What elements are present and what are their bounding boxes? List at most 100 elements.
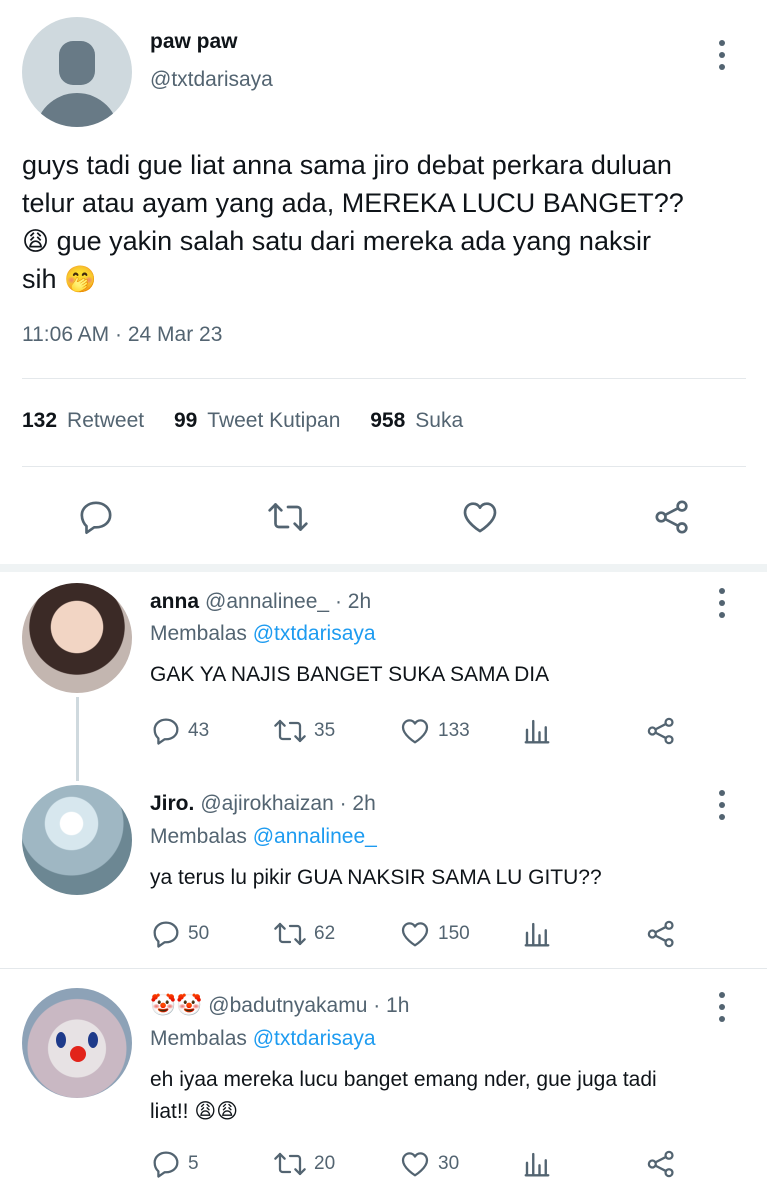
- more-options-icon[interactable]: [718, 40, 726, 70]
- retweet-count: 62: [314, 923, 336, 944]
- share-icon[interactable]: [651, 497, 693, 537]
- default-avatar-body: [35, 93, 119, 127]
- retweet-icon: [274, 922, 306, 946]
- reply-handle[interactable]: @annalinee_: [205, 590, 329, 613]
- analytics-icon: [524, 922, 550, 947]
- share-button[interactable]: [644, 715, 684, 747]
- retweets-count: 132: [22, 409, 58, 432]
- avatar[interactable]: [22, 17, 132, 127]
- reply-text: eh iyaa mereka lucu banget emang nder, g…: [150, 1064, 740, 1128]
- reply-display-name[interactable]: Jiro.: [150, 792, 194, 815]
- likes-stat[interactable]: 958 Suka: [370, 409, 463, 432]
- reply-actions: 5 20 30: [150, 1148, 680, 1182]
- analytics-button[interactable]: [522, 1148, 558, 1180]
- replying-to: Membalas @txtdarisaya: [150, 622, 376, 646]
- retweet-button[interactable]: 35: [272, 715, 335, 747]
- mention-link[interactable]: @annalinee_: [253, 825, 377, 848]
- tweet-timestamp[interactable]: 11:06 AM · 24 Mar 23: [22, 323, 222, 347]
- author-display-name[interactable]: paw paw: [150, 30, 238, 54]
- like-button[interactable]: 133: [398, 715, 470, 747]
- clown-eye: [88, 1032, 98, 1048]
- retweet-button[interactable]: 62: [272, 918, 335, 950]
- retweet-icon: [274, 719, 306, 743]
- analytics-icon: [524, 719, 550, 744]
- reply-text-line: liat!! 😩😩: [150, 1100, 239, 1123]
- like-button[interactable]: 30: [398, 1148, 459, 1180]
- reply-time[interactable]: · 2h: [340, 792, 376, 815]
- reply-button[interactable]: 50: [150, 918, 209, 950]
- reply-count: 43: [188, 720, 210, 741]
- tweet-stats: 132 Retweet 99 Tweet Kutipan 958 Suka: [22, 409, 487, 433]
- reply-handle[interactable]: @ajirokhaizan: [200, 792, 333, 815]
- avatar[interactable]: [22, 583, 132, 693]
- quotes-label: Tweet Kutipan: [207, 409, 341, 432]
- tweet-thread: paw paw @txtdarisaya guys tadi gue liat …: [0, 0, 767, 1200]
- reply-display-name[interactable]: 🤡🤡: [150, 994, 202, 1017]
- replying-to: Membalas @txtdarisaya: [150, 1027, 376, 1051]
- analytics-button[interactable]: [522, 715, 558, 747]
- reply-button[interactable]: 5: [150, 1148, 199, 1180]
- reply-header: Jiro. @ajirokhaizan · 2h: [150, 792, 376, 816]
- like-icon[interactable]: [459, 497, 501, 537]
- more-options-icon[interactable]: [718, 588, 726, 618]
- tweet-text-line: guys tadi gue liat anna sama jiro debat …: [22, 150, 672, 180]
- replying-to-label: Membalas: [150, 825, 247, 848]
- clown-nose: [70, 1046, 86, 1062]
- like-count: 30: [438, 1153, 460, 1174]
- more-options-icon[interactable]: [718, 992, 726, 1022]
- likes-label: Suka: [415, 409, 464, 432]
- default-avatar-head: [59, 41, 95, 85]
- retweet-button[interactable]: 20: [272, 1148, 335, 1180]
- share-button[interactable]: [644, 1148, 684, 1180]
- reply-count: 5: [188, 1153, 199, 1174]
- replying-to-label: Membalas: [150, 1027, 247, 1050]
- like-count: 133: [438, 720, 470, 741]
- reply-time[interactable]: · 1h: [373, 994, 409, 1017]
- reply-time[interactable]: · 2h: [335, 590, 371, 613]
- retweets-label: Retweet: [67, 409, 145, 432]
- reply-count: 50: [188, 923, 210, 944]
- retweet-icon[interactable]: [266, 497, 310, 537]
- reply-actions: 50 62 150: [150, 918, 680, 952]
- avatar[interactable]: [22, 988, 132, 1098]
- clown-eye: [56, 1032, 66, 1048]
- author-handle[interactable]: @txtdarisaya: [150, 68, 273, 92]
- section-divider: [0, 564, 767, 572]
- reply-actions: 43 35 133: [150, 715, 680, 749]
- mention-link[interactable]: @txtdarisaya: [253, 1027, 376, 1050]
- reply-icon: [153, 718, 179, 745]
- quotes-stat[interactable]: 99 Tweet Kutipan: [174, 409, 340, 432]
- reply-text-line: eh iyaa mereka lucu banget emang nder, g…: [150, 1068, 657, 1091]
- divider: [22, 378, 746, 379]
- thread-line: [76, 697, 79, 781]
- share-icon: [647, 1150, 674, 1178]
- reply-icon[interactable]: [76, 497, 116, 537]
- reply-icon: [153, 921, 179, 948]
- like-count: 150: [438, 923, 470, 944]
- like-icon: [401, 719, 429, 744]
- reply-text: GAK YA NAJIS BANGET SUKA SAMA DIA: [150, 663, 550, 686]
- replying-to-label: Membalas: [150, 622, 247, 645]
- weary-face-emoji: 😩: [22, 226, 50, 256]
- share-button[interactable]: [644, 918, 684, 950]
- reply-display-name[interactable]: anna: [150, 590, 199, 613]
- reply-handle[interactable]: @badutnyakamu: [208, 994, 367, 1017]
- retweet-count: 35: [314, 720, 336, 741]
- retweets-stat[interactable]: 132 Retweet: [22, 409, 144, 432]
- tweet-text: guys tadi gue liat anna sama jiro debat …: [22, 146, 757, 298]
- more-options-icon[interactable]: [718, 790, 726, 820]
- likes-count: 958: [370, 409, 406, 432]
- hand-over-mouth-emoji: 🤭: [64, 264, 97, 294]
- like-button[interactable]: 150: [398, 918, 470, 950]
- tweet-text-line: sih 🤭: [22, 260, 757, 298]
- like-icon: [401, 1152, 429, 1177]
- analytics-icon: [524, 1152, 550, 1177]
- retweet-count: 20: [314, 1153, 336, 1174]
- analytics-button[interactable]: [522, 918, 558, 950]
- mention-link[interactable]: @txtdarisaya: [253, 622, 376, 645]
- like-icon: [401, 922, 429, 947]
- avatar[interactable]: [22, 785, 132, 895]
- reply-button[interactable]: 43: [150, 715, 209, 747]
- reply-header: anna @annalinee_ · 2h: [150, 590, 371, 614]
- reply-icon: [153, 1151, 179, 1178]
